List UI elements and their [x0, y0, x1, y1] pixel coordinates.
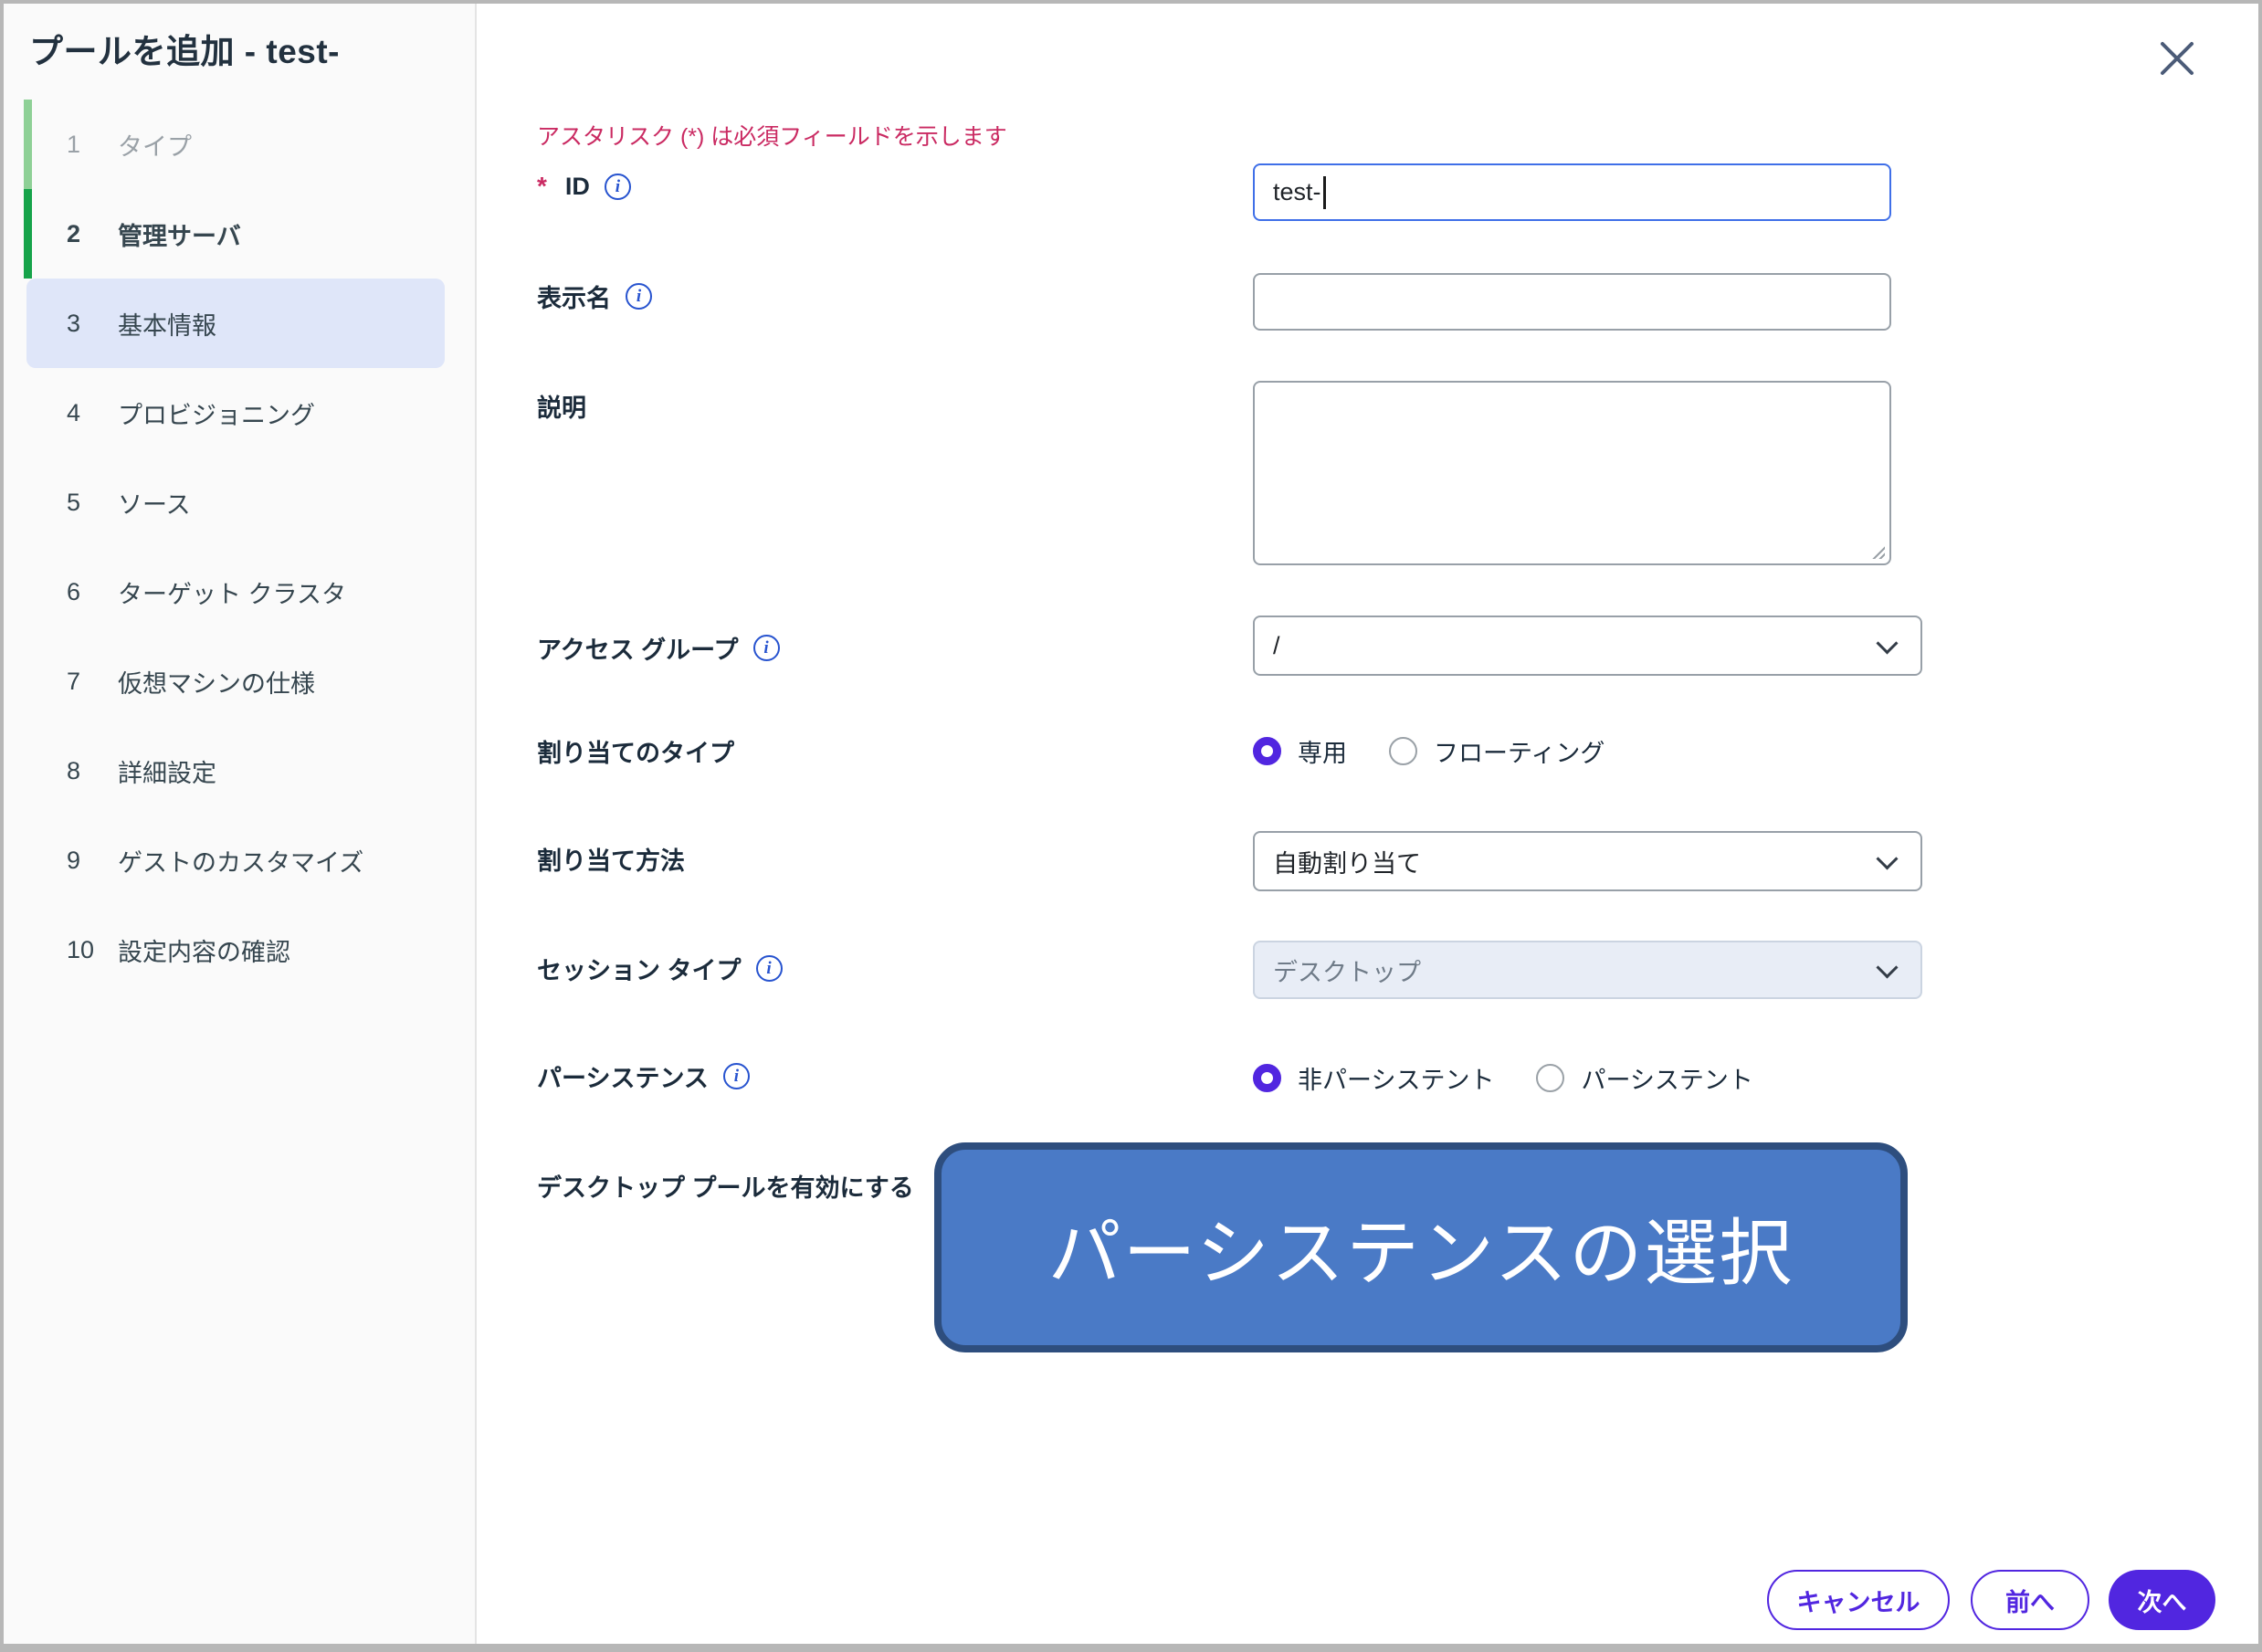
display-name-label: 表示名: [537, 279, 611, 314]
step-label: タイプ: [118, 127, 192, 163]
sidebar-step-advanced-settings[interactable]: 8 詳細設定: [26, 726, 445, 815]
pool-id-input[interactable]: test-: [1253, 163, 1891, 221]
sidebar-step-basic-info[interactable]: 3 基本情報: [26, 279, 445, 368]
assignment-method-label: 割り当て方法: [537, 841, 685, 877]
persistence-label-row: パーシステンス: [537, 1056, 750, 1096]
sidebar-step-type[interactable]: 1 タイプ: [26, 100, 445, 189]
chevron-down-icon: [1876, 847, 1898, 869]
radio-option-floating[interactable]: フローティング: [1389, 733, 1604, 769]
dialog-title: プールを追加 - test-: [29, 24, 340, 73]
radio-label: パーシステント: [1581, 1060, 1752, 1096]
description-textarea[interactable]: [1253, 381, 1891, 565]
persistence-radio-group: 非パーシステント パーシステント: [1253, 1059, 1753, 1096]
assignment-method-label-row: 割り当て方法: [537, 838, 685, 879]
sidebar-step-guest-customization[interactable]: 9 ゲストのカスタマイズ: [26, 815, 445, 905]
info-icon[interactable]: [605, 174, 631, 200]
wizard-sidebar: プールを追加 - test- 1 タイプ 2 管理サーバ 3 基本情報 4 プロ…: [4, 4, 477, 1644]
step-label: ターゲット クラスタ: [118, 574, 346, 610]
radio-option-non-persistent[interactable]: 非パーシステント: [1253, 1060, 1494, 1096]
info-icon[interactable]: [753, 635, 780, 661]
add-pool-dialog: プールを追加 - test- 1 タイプ 2 管理サーバ 3 基本情報 4 プロ…: [0, 0, 2262, 1652]
sidebar-step-management-server[interactable]: 2 管理サーバ: [26, 189, 445, 279]
radio-selected-icon[interactable]: [1253, 737, 1281, 765]
access-group-select[interactable]: /: [1253, 616, 1922, 676]
step-label: 詳細設定: [118, 753, 216, 789]
id-label: ID: [565, 173, 590, 201]
persistence-label: パーシステンス: [537, 1058, 709, 1094]
session-type-select: デスクトップ: [1253, 941, 1922, 999]
persistence-selection-callout: パーシステンスの選択: [934, 1142, 1908, 1352]
info-icon[interactable]: [626, 283, 652, 310]
previous-button[interactable]: 前へ: [1971, 1570, 2089, 1630]
sidebar-step-source[interactable]: 5 ソース: [26, 458, 445, 547]
radio-unselected-icon[interactable]: [1389, 737, 1417, 765]
cancel-button[interactable]: キャンセル: [1767, 1570, 1950, 1630]
resize-handle-icon[interactable]: [1870, 544, 1885, 559]
assignment-method-select[interactable]: 自動割り当て: [1253, 831, 1922, 891]
session-type-value: デスクトップ: [1273, 952, 1421, 988]
radio-unselected-icon[interactable]: [1536, 1064, 1564, 1092]
enable-desktop-pool-label: デスクトップ プールを有効にする: [537, 1168, 914, 1204]
assignment-type-label-row: 割り当てのタイプ: [537, 731, 734, 771]
description-label: 説明: [537, 388, 586, 424]
step-label: 仮想マシンの仕様: [118, 664, 315, 700]
step-label: ソース: [118, 485, 191, 521]
session-type-label: セッション タイプ: [537, 951, 742, 986]
required-fields-note: アスタリスク (*) は必須フィールドを示します: [537, 119, 1007, 152]
step-label: 基本情報: [118, 306, 216, 342]
info-icon[interactable]: [756, 955, 783, 982]
close-button[interactable]: [2155, 37, 2199, 80]
assignment-type-radio-group: 専用 フローティング: [1253, 732, 1604, 769]
radio-label: 専用: [1298, 733, 1347, 769]
callout-text: パーシステンスの選択: [1048, 1194, 1794, 1300]
access-group-value: /: [1273, 632, 1280, 660]
id-label-row: * ID: [537, 166, 631, 206]
next-button[interactable]: 次へ: [2109, 1570, 2215, 1630]
info-icon[interactable]: [723, 1063, 750, 1089]
chevron-down-icon: [1876, 956, 1898, 978]
radio-label: フローティング: [1434, 733, 1604, 769]
radio-label: 非パーシステント: [1298, 1060, 1494, 1096]
step-label: 管理サーバ: [118, 216, 241, 252]
text-cursor: [1323, 176, 1326, 209]
access-group-label: アクセス グループ: [537, 630, 739, 666]
chevron-down-icon: [1876, 632, 1898, 654]
sidebar-step-review[interactable]: 10 設定内容の確認: [26, 905, 445, 994]
assignment-method-value: 自動割り当て: [1273, 844, 1421, 879]
step-label: プロビジョニング: [118, 395, 315, 431]
radio-option-persistent[interactable]: パーシステント: [1536, 1060, 1752, 1096]
display-name-label-row: 表示名: [537, 276, 652, 316]
sidebar-step-vm-spec[interactable]: 7 仮想マシンの仕様: [26, 637, 445, 726]
step-label: ゲストのカスタマイズ: [118, 843, 363, 879]
step-label: 設定内容の確認: [118, 932, 290, 968]
access-group-label-row: アクセス グループ: [537, 627, 780, 668]
close-icon: [2155, 37, 2199, 80]
session-type-label-row: セッション タイプ: [537, 948, 783, 988]
radio-selected-icon[interactable]: [1253, 1064, 1281, 1092]
enable-desktop-pool-label-row: デスクトップ プールを有効にする: [537, 1165, 914, 1205]
required-asterisk: *: [537, 172, 547, 201]
pool-id-value: test-: [1273, 178, 1321, 206]
radio-option-dedicated[interactable]: 専用: [1253, 733, 1347, 769]
assignment-type-label: 割り当てのタイプ: [537, 733, 734, 769]
display-name-input[interactable]: [1253, 273, 1891, 331]
description-label-row: 説明: [537, 385, 586, 426]
sidebar-step-target-cluster[interactable]: 6 ターゲット クラスタ: [26, 547, 445, 637]
sidebar-step-provisioning[interactable]: 4 プロビジョニング: [26, 368, 445, 458]
